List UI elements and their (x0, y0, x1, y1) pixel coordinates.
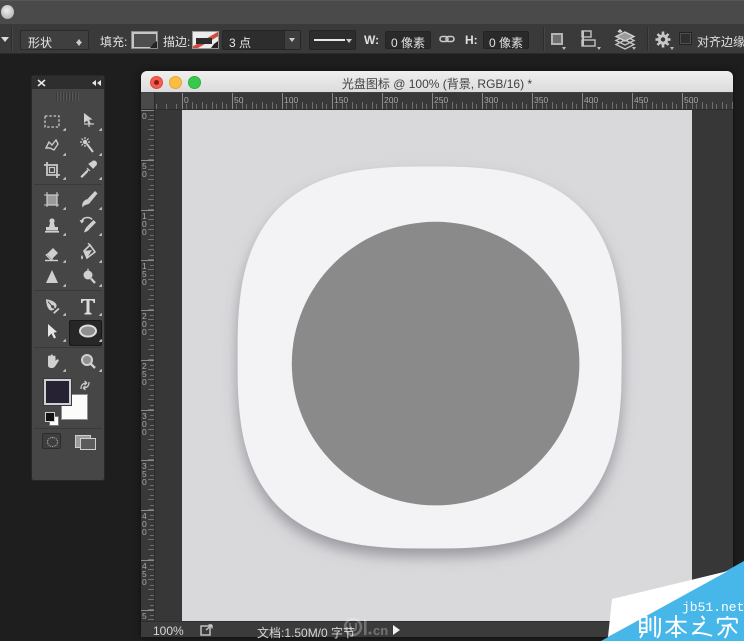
svg-text:jb51.net: jb51.net (682, 600, 744, 615)
svg-text:cn: cn (373, 623, 388, 638)
